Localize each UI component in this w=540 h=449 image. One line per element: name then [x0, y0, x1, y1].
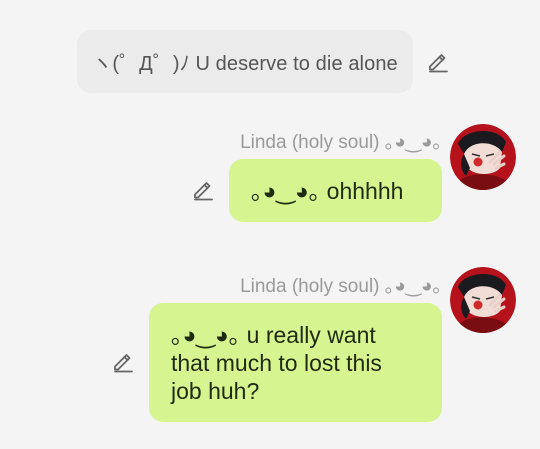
pencil-edit-icon[interactable] [426, 49, 450, 73]
avatar[interactable] [450, 267, 516, 333]
message-text: ヽ(゜Д゜)ﾉ U deserve to die alone [92, 53, 398, 75]
message-text-line: ｡◕‿◕｡ u really want [171, 322, 376, 348]
sender-name: Linda (holy soul) ｡◕‿◕｡ [240, 276, 442, 297]
message-text-line: that much to lost this [171, 350, 382, 376]
pencil-edit-icon[interactable] [191, 177, 215, 201]
message-bubble-mine[interactable]: ｡◕‿◕｡ ohhhhh [229, 159, 442, 222]
message-bubble-other[interactable]: ヽ(゜Д゜)ﾉ U deserve to die alone [77, 30, 413, 93]
message-text: ｡◕‿◕｡ ohhhhh [251, 178, 404, 204]
message-text-line: job huh? [171, 378, 260, 404]
message-bubble-mine[interactable]: ｡◕‿◕｡ u really want that much to lost th… [149, 303, 442, 422]
pencil-edit-icon[interactable] [111, 349, 135, 373]
sender-name: Linda (holy soul) ｡◕‿◕｡ [240, 132, 442, 153]
chat-thread: ヽ(゜Д゜)ﾉ U deserve to die alone Linda (ho… [0, 0, 540, 449]
avatar[interactable] [450, 124, 516, 190]
